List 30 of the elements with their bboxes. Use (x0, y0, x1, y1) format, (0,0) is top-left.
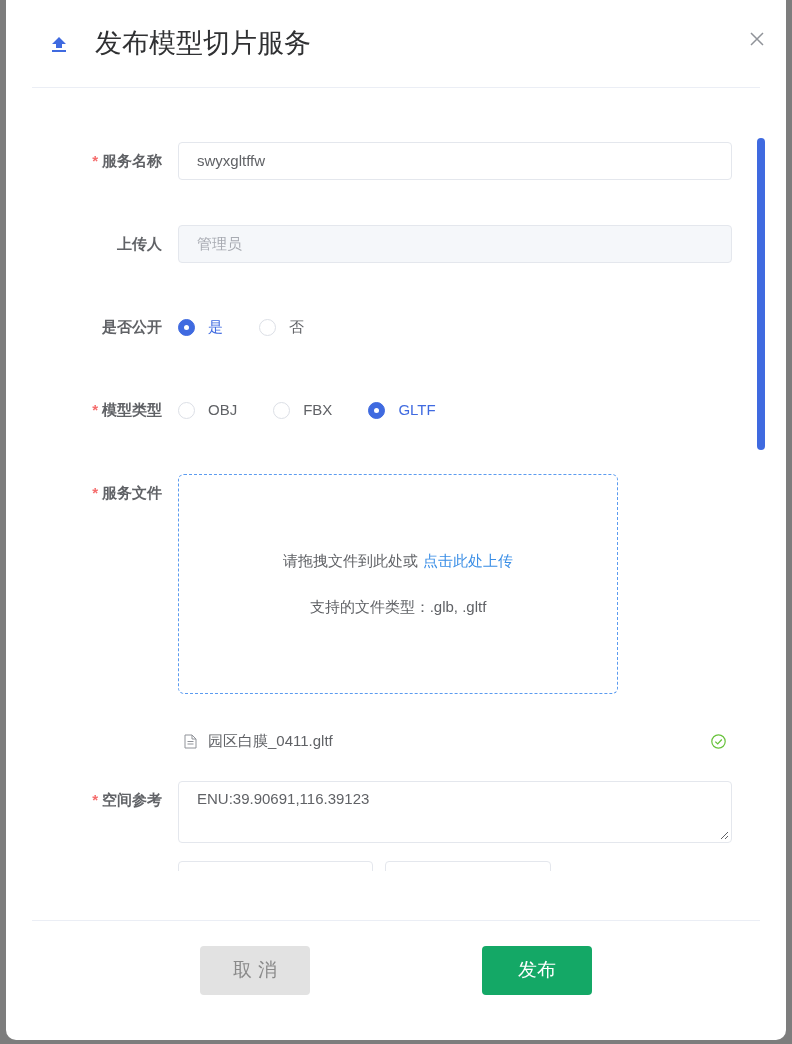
document-icon (184, 733, 197, 749)
upload-dropzone[interactable]: 请拖拽文件到此处或 点击此处上传 支持的文件类型：.glb, .gltf (178, 474, 618, 694)
radio-option[interactable]: GLTF (368, 398, 436, 422)
text-field: 管理员 (178, 225, 732, 263)
resize-grip-icon[interactable] (720, 831, 729, 840)
field-label: 服务文件 (102, 484, 162, 501)
field-label: 模型类型 (102, 401, 162, 418)
text-area[interactable]: ENU:39.90691,116.39123 (178, 781, 732, 843)
upload-icon (50, 34, 68, 53)
required-mark: * (92, 791, 98, 808)
close-icon[interactable] (750, 32, 764, 46)
required-mark: * (92, 152, 98, 169)
scrollbar[interactable] (757, 138, 765, 450)
file-type-hint: 支持的文件类型：.glb, .gltf (309, 597, 487, 617)
publish-button[interactable]: 发布 (482, 946, 592, 995)
text-field[interactable]: swyxgltffw (178, 142, 732, 180)
dialog-title: 发布模型切片服务 (95, 27, 311, 61)
field-label: 空间参考 (102, 791, 162, 808)
radio-option[interactable]: 否 (259, 315, 304, 339)
field-label: 上传人 (117, 235, 162, 252)
field-label: 是否公开 (102, 318, 162, 335)
required-mark: * (92, 401, 98, 418)
field-label: 服务名称 (102, 152, 162, 169)
upload-prompt: 请拖拽文件到此处或 点击此处上传 (283, 550, 513, 571)
radio-option[interactable]: OBJ (178, 398, 238, 422)
upload-link[interactable]: 点击此处上传 (422, 551, 513, 569)
file-name: 园区白膜_0411.gltf (208, 730, 333, 751)
required-mark: * (92, 484, 98, 501)
radio-option[interactable]: 是 (178, 315, 223, 339)
radio-option[interactable]: FBX (273, 398, 333, 422)
